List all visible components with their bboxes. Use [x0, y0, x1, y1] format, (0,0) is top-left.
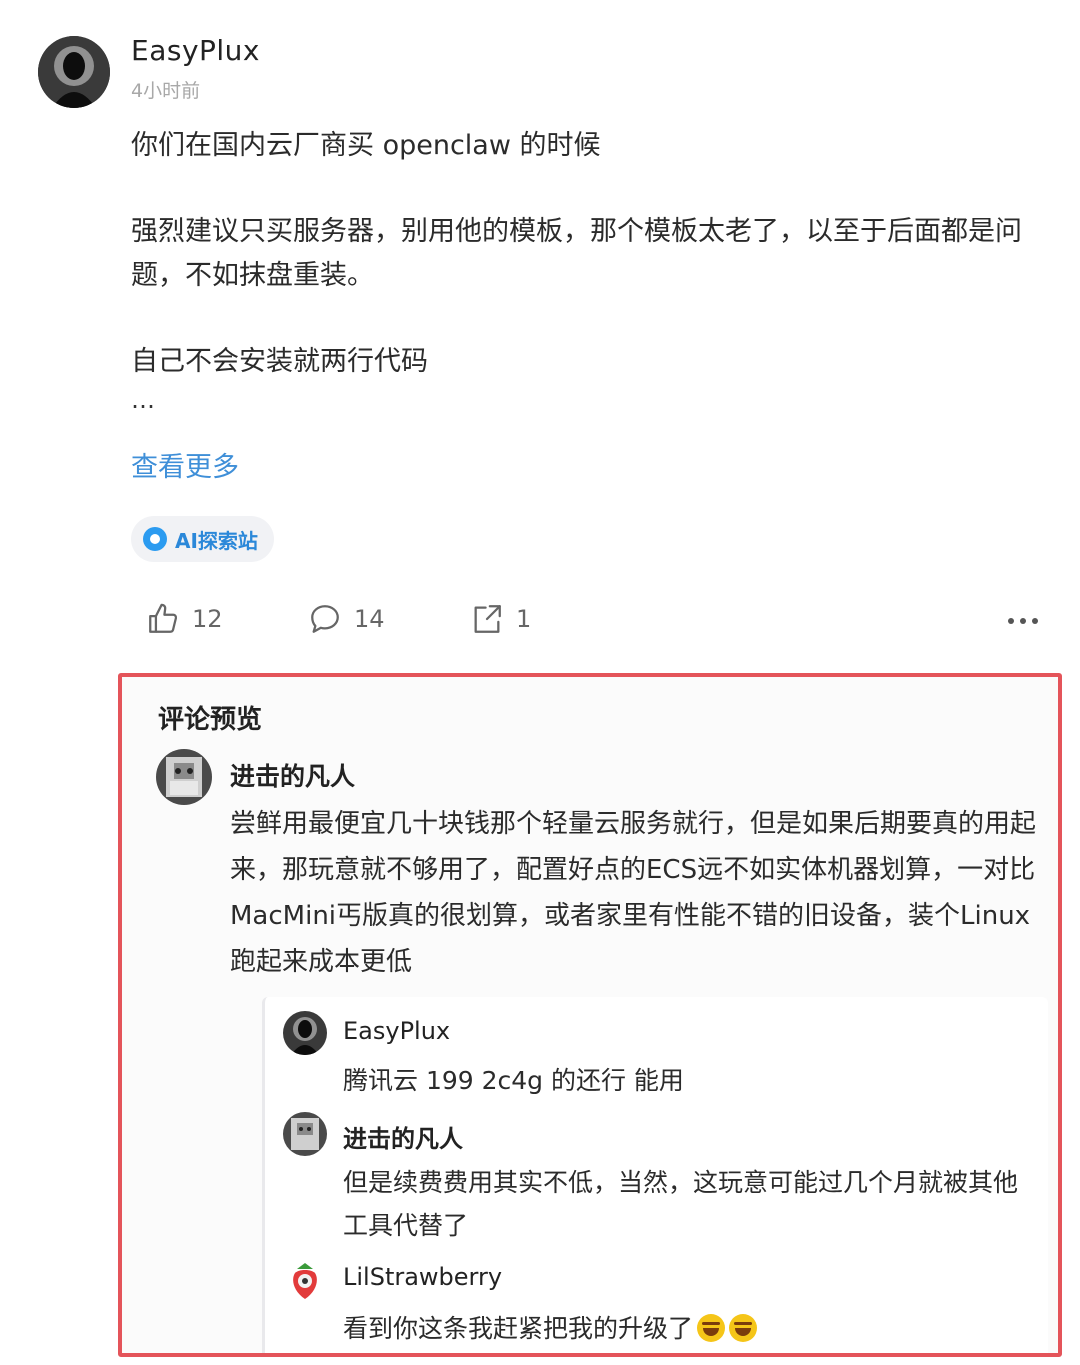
author-name[interactable]: EasyPlux — [131, 34, 260, 67]
reply-text: 看到你这条我赶紧把我的升级了 — [343, 1314, 694, 1343]
reply-avatar[interactable] — [283, 1011, 327, 1055]
post-paragraph-1: 你们在国内云厂商买 openclaw 的时候 — [131, 130, 601, 161]
rolling-laughing-emoji-icon — [697, 1314, 726, 1342]
comment-text: 尝鲜用最便宜几十块钱那个轻量云服务就行，但是如果后期要真的用起来，那玩意就不够用… — [230, 809, 1037, 977]
post-paragraph-2: 强烈建议只买服务器，别用他的模板，那个模板太老了，以至于后面都是问题，不如抹盘重… — [131, 216, 1022, 291]
see-more-link[interactable]: 查看更多 — [131, 445, 239, 484]
share-count: 1 — [516, 605, 532, 633]
share-button[interactable]: 1 — [470, 602, 531, 636]
reply-thread: EasyPlux 腾讯云 199 2c4g 的还行 能用 进击的凡人 但是续费费… — [262, 997, 1048, 1353]
post-timestamp: 4小时前 — [131, 80, 201, 102]
post-paragraph-3: 自己不会安装就两行代码 — [131, 346, 428, 377]
reply-avatar[interactable] — [283, 1259, 327, 1303]
more-dots-icon[interactable] — [1008, 606, 1048, 636]
author-avatar[interactable] — [38, 36, 110, 108]
topic-label: AI探索站 — [175, 528, 258, 553]
comment-preview-title: 评论预览 — [158, 705, 263, 735]
comment-count: 14 — [354, 605, 385, 633]
circle-icon — [143, 527, 167, 551]
reply-avatar[interactable] — [283, 1112, 327, 1156]
rolling-laughing-emoji-icon — [729, 1314, 758, 1342]
comment-bubble-icon — [311, 605, 339, 633]
comment-button[interactable]: 14 — [308, 602, 385, 636]
commenter-avatar[interactable] — [156, 749, 212, 805]
truncation-ellipsis: … — [131, 386, 157, 414]
reply-author[interactable]: LilStrawberry — [343, 1263, 502, 1291]
thumbs-up-icon — [149, 603, 178, 633]
reply-author[interactable]: EasyPlux — [343, 1017, 450, 1045]
comment-preview-panel: 评论预览 进击的凡人 尝鲜用最便宜几十块钱那个轻量云服务就行，但是如果后期要真的… — [118, 673, 1062, 1357]
topic-tag[interactable]: AI探索站 — [131, 516, 274, 562]
reply-text: 但是续费费用其实不低，当然，这玩意可能过几个月就被其他工具代替了 — [343, 1168, 1019, 1240]
reply-text: 腾讯云 199 2c4g 的还行 能用 — [343, 1066, 684, 1095]
reply-author[interactable]: 进击的凡人 — [343, 1119, 463, 1154]
commenter-name[interactable]: 进击的凡人 — [230, 757, 355, 793]
reply-text-container: 看到你这条我赶紧把我的升级了 — [343, 1307, 1033, 1350]
share-icon — [474, 605, 501, 633]
like-button[interactable]: 12 — [146, 602, 223, 636]
like-count: 12 — [192, 605, 223, 633]
